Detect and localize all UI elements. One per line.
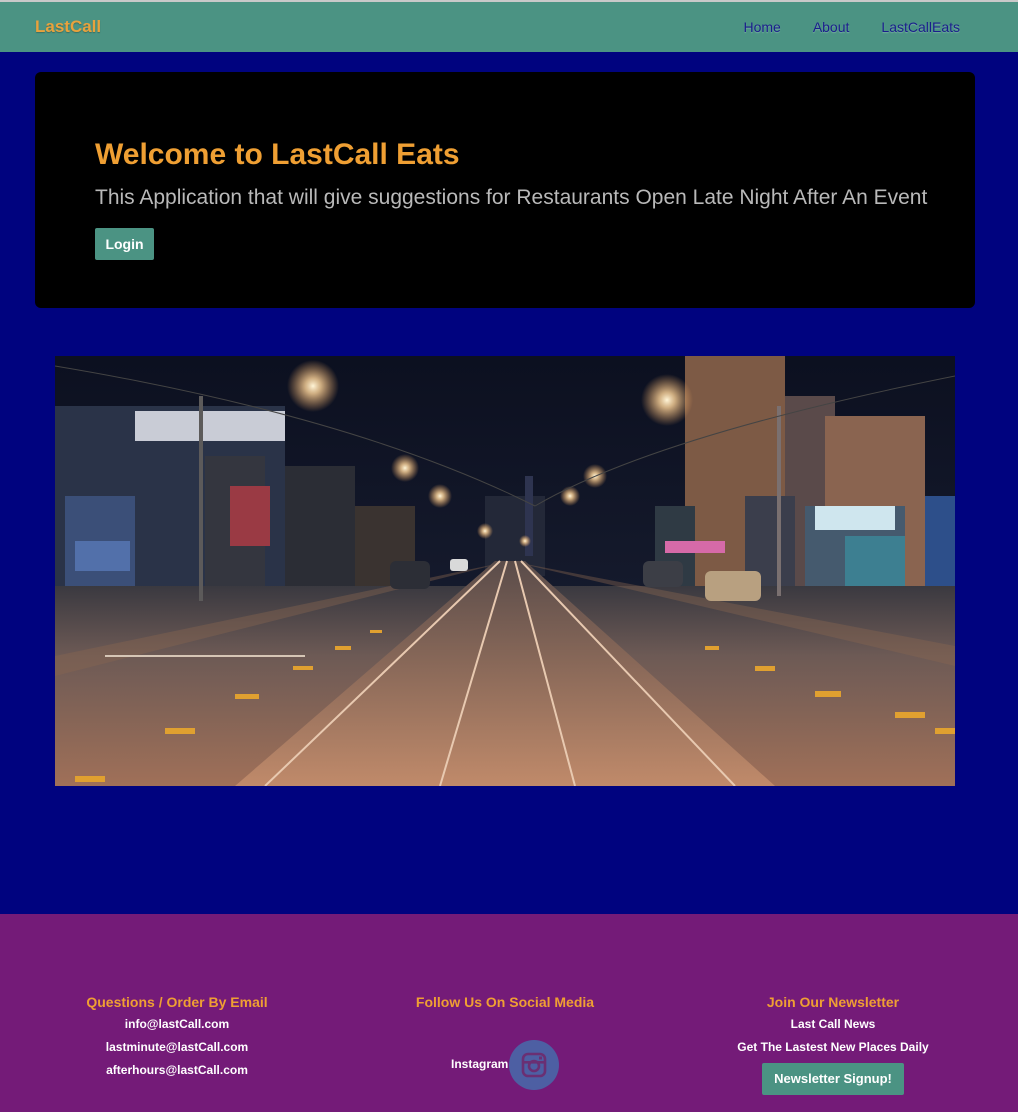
email-link-afterhours[interactable]: afterhours@lastCall.com	[27, 1062, 327, 1085]
night-street-image	[55, 356, 955, 786]
nav-link-about[interactable]: About	[797, 2, 866, 52]
newsletter-title: Last Call News	[790, 1017, 876, 1031]
navbar: LastCall Home About LastCallEats	[0, 2, 1018, 52]
instagram-label: Instagram	[451, 1057, 509, 1071]
footer-email-column: Questions / Order By Email info@lastCall…	[27, 994, 327, 1085]
footer-social-heading: Follow Us On Social Media	[415, 994, 595, 1010]
footer-social-column: Follow Us On Social Media Instagram	[355, 994, 655, 1090]
hero-image	[55, 356, 955, 786]
footer-newsletter-column: Join Our Newsletter Last Call News Get T…	[683, 994, 983, 1095]
email-link-lastminute[interactable]: lastminute@lastCall.com	[27, 1039, 327, 1062]
page-title: Welcome to LastCall Eats	[95, 138, 460, 171]
email-link-info[interactable]: info@lastCall.com	[27, 1016, 327, 1039]
jumbotron: Welcome to LastCall Eats This Applicatio…	[35, 72, 975, 308]
instagram-link[interactable]	[509, 1040, 559, 1090]
newsletter-signup-button[interactable]: Newsletter Signup!	[762, 1063, 904, 1095]
nav-link-lastcalleats[interactable]: LastCallEats	[865, 2, 960, 52]
page-subtitle: This Application that will give suggesti…	[95, 186, 928, 209]
nav-link-home[interactable]: Home	[727, 2, 796, 52]
login-button[interactable]: Login	[95, 228, 154, 260]
social-links: Instagram	[355, 1016, 655, 1090]
instagram-icon	[521, 1052, 547, 1078]
footer-email-heading: Questions / Order By Email	[86, 994, 268, 1010]
footer-newsletter-heading: Join Our Newsletter	[766, 994, 900, 1010]
footer: Questions / Order By Email info@lastCall…	[0, 914, 1018, 1112]
newsletter-description: Get The Lastest New Places Daily	[737, 1040, 929, 1054]
brand-logo-link[interactable]: LastCall	[35, 2, 101, 52]
nav-links: Home About LastCallEats	[727, 2, 960, 52]
